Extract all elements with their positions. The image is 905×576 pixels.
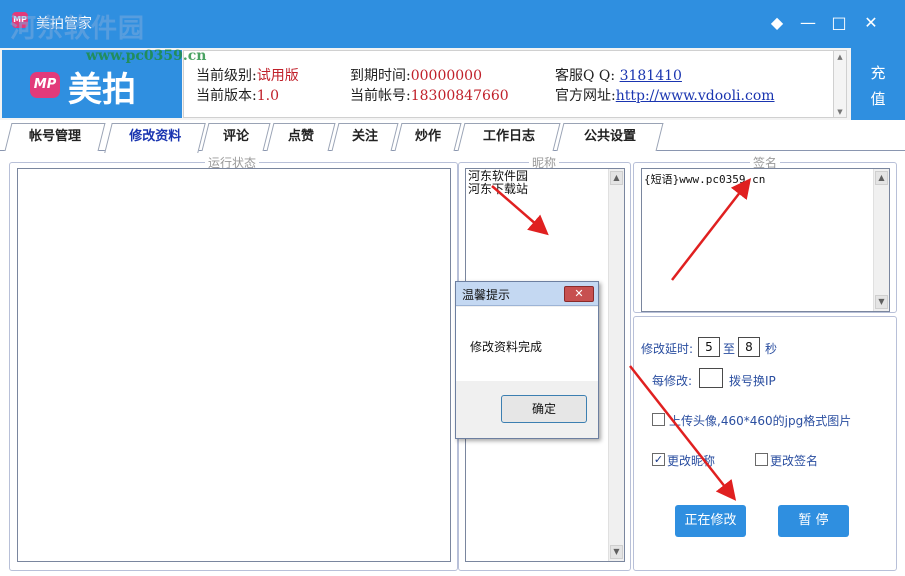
nickname-item: 河东下载站	[468, 182, 529, 196]
tab-account-management[interactable]: 帐号管理	[4, 123, 106, 151]
version-info: 当前版本:1.0	[196, 88, 279, 104]
signature-scrollbar[interactable]: ▲ ▼	[873, 169, 889, 311]
tab-like[interactable]: 点赞	[266, 123, 336, 151]
status-log[interactable]	[17, 168, 451, 562]
qq-info: 客服Q Q: 3181410	[555, 68, 682, 84]
avatar-label: 上传头像,460*460的jpg格式图片	[669, 414, 852, 428]
dialog-ok-button[interactable]: 确定	[501, 395, 587, 423]
dialog-close-icon[interactable]: ✕	[564, 286, 594, 302]
scroll-down-icon[interactable]: ▼	[610, 545, 623, 559]
tab-strip: 帐号管理 修改资料 评论 点赞 关注 炒作 工作日志 公共设置	[0, 121, 905, 153]
tab-hype[interactable]: 炒作	[394, 123, 462, 151]
tab-common-settings[interactable]: 公共设置	[556, 123, 664, 151]
pause-button[interactable]: 暂 停	[778, 505, 849, 537]
delay-from-input[interactable]: 5	[698, 337, 720, 357]
tab-edit-profile[interactable]: 修改资料	[104, 123, 206, 153]
tab-comment[interactable]: 评论	[201, 123, 271, 151]
scroll-down-icon[interactable]: ▼	[875, 295, 888, 309]
delay-unit: 秒	[765, 342, 778, 356]
delay-to-input[interactable]: 8	[738, 337, 760, 357]
content-area: 运行状态 昵称 河东软件园 河东下载站 ▲ ▼ 签名 {短语}www.pc035…	[0, 151, 905, 576]
tab-work-log[interactable]: 工作日志	[457, 123, 561, 151]
signature-checkbox[interactable]	[755, 453, 768, 466]
watermark-url: www.pc0359.cn	[86, 48, 207, 64]
dial-ip-label: 拨号换IP	[729, 374, 776, 388]
site-link[interactable]: http://www.vdooli.com	[616, 88, 775, 104]
dialog-title: 温馨提示	[462, 288, 511, 302]
recharge-button[interactable]: 充 值	[851, 48, 905, 120]
signature-checkbox-label: 更改签名	[770, 454, 819, 468]
dialog-message: 修改资料完成	[470, 340, 543, 354]
signature-text[interactable]: {短语}www.pc0359.cn ▲ ▼	[641, 168, 890, 312]
per-modify-input[interactable]	[699, 368, 723, 388]
account-info: 当前帐号:18300847660	[350, 88, 509, 104]
minimize-button[interactable]: —	[797, 12, 819, 34]
tab-follow[interactable]: 关注	[331, 123, 399, 151]
dialog-title-bar: 温馨提示 ✕	[456, 282, 598, 306]
close-button[interactable]: ✕	[860, 12, 882, 34]
nickname-checkbox-label: 更改昵称	[667, 454, 716, 468]
start-modify-button[interactable]: 正在修改	[675, 505, 746, 537]
status-group: 运行状态	[9, 154, 458, 571]
info-scrollbar[interactable]: ▲ ▼	[833, 50, 847, 118]
nickname-scrollbar[interactable]: ▲ ▼	[608, 169, 624, 561]
notice-dialog: 温馨提示 ✕ 修改资料完成 确定	[455, 281, 599, 439]
level-info: 当前级别:试用版	[196, 68, 299, 84]
logo-badge: MP	[30, 72, 60, 98]
nickname-checkbox[interactable]: ✓	[652, 453, 665, 466]
account-info-panel: 当前级别:试用版 当前版本:1.0 到期时间:00000000 当前帐号:183…	[183, 50, 833, 118]
maximize-button[interactable]: □	[828, 12, 850, 34]
qq-link[interactable]: 3181410	[620, 68, 682, 84]
logo-text: 美拍	[68, 70, 136, 110]
scroll-up-icon[interactable]: ▲	[875, 171, 888, 185]
settings-group: 修改延时: 5 至 8 秒 每修改: 拨号换IP 上传头像,460*460的jp…	[633, 316, 897, 571]
per-modify-label: 每修改:	[652, 374, 693, 388]
site-info: 官方网址:http://www.vdooli.com	[555, 88, 775, 104]
skin-icon[interactable]: ◆	[766, 12, 788, 34]
signature-group: 签名 {短语}www.pc0359.cn ▲ ▼	[633, 154, 897, 313]
delay-label: 修改延时:	[641, 342, 694, 356]
avatar-checkbox[interactable]	[652, 413, 665, 426]
delay-to-label: 至	[723, 342, 736, 356]
watermark-logo: 河东软件园	[10, 14, 146, 44]
expiry-info: 到期时间:00000000	[350, 68, 482, 84]
scroll-up-icon[interactable]: ▲	[610, 171, 623, 185]
